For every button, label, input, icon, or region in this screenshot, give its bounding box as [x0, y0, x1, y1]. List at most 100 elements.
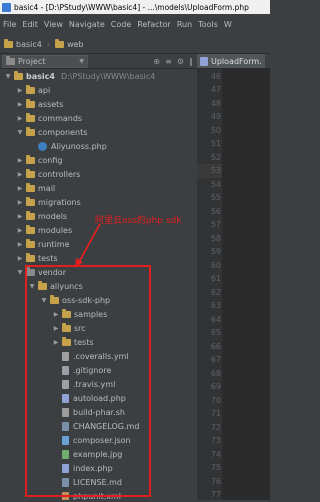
- collapse-all-icon[interactable]: ≡: [165, 57, 172, 66]
- folder-icon: [50, 294, 59, 304]
- folder-icon: [26, 84, 35, 94]
- code-area[interactable]: [222, 69, 270, 500]
- tree-item[interactable]: ▶ assets: [0, 97, 197, 111]
- tree-item-label: LICENSE.md: [73, 477, 122, 487]
- tree-item[interactable]: example.jpg: [0, 447, 197, 461]
- menu-file[interactable]: File: [0, 20, 19, 29]
- tree-item-label: migrations: [38, 197, 81, 207]
- breadcrumb-label: basic4: [16, 39, 42, 49]
- menu-run[interactable]: Run: [174, 20, 195, 29]
- breadcrumb-web[interactable]: web: [51, 38, 88, 49]
- markdown-file-icon: [62, 477, 69, 487]
- tree-item[interactable]: ▶ runtime: [0, 237, 197, 251]
- chevron-right-icon[interactable]: ▶: [16, 101, 24, 108]
- tree-item[interactable]: .coveralls.yml: [0, 349, 197, 363]
- tree-root[interactable]: ▼ basic4 D:\PStudy\WWW\basic4: [0, 69, 197, 83]
- menu-code[interactable]: Code: [108, 20, 134, 29]
- line-number-label: 61: [210, 274, 221, 283]
- menu-window[interactable]: W: [221, 20, 235, 29]
- tree-item[interactable]: ▶ api: [0, 83, 197, 97]
- menu-navigate[interactable]: Navigate: [66, 20, 108, 29]
- line-number-label: 71: [210, 409, 221, 418]
- tree-item[interactable]: ▼ aliyuncs: [0, 279, 197, 293]
- tree-item[interactable]: Aliyunoss.php: [0, 139, 197, 153]
- tree-item[interactable]: ▶ config: [0, 153, 197, 167]
- chevron-right-icon[interactable]: ▶: [16, 171, 24, 178]
- tree-item[interactable]: ▶ controllers: [0, 167, 197, 181]
- tree-item[interactable]: ▶ src: [0, 321, 197, 335]
- chevron-right-icon[interactable]: ▶: [16, 157, 24, 164]
- chevron-down-icon[interactable]: ▼: [16, 129, 24, 136]
- tree-item[interactable]: index.php: [0, 461, 197, 475]
- tree-item[interactable]: ▶ tests: [0, 251, 197, 265]
- tree-item[interactable]: .gitignore: [0, 363, 197, 377]
- line-number-label: 68: [210, 368, 221, 378]
- line-number-label: 75: [210, 463, 221, 472]
- folder-icon: [26, 224, 35, 234]
- line-number-label: 54: [210, 179, 221, 189]
- menu-bar: File Edit View Navigate Code Refactor Ru…: [0, 14, 270, 36]
- folder-icon: [62, 308, 71, 318]
- chevron-down-icon[interactable]: ▼: [40, 297, 48, 304]
- locate-icon[interactable]: ⊕: [153, 57, 160, 66]
- line-number-label: 46: [210, 71, 221, 81]
- tree-item[interactable]: CHANGELOG.md: [0, 419, 197, 433]
- tree-item[interactable]: ▶ commands: [0, 111, 197, 125]
- tree-item[interactable]: build-phar.sh: [0, 405, 197, 419]
- tree-item[interactable]: ▼ oss-sdk-php: [0, 293, 197, 307]
- tree-item[interactable]: composer.json: [0, 433, 197, 447]
- tree-item[interactable]: phpunit.xml: [0, 489, 197, 500]
- tree-item-label: assets: [38, 99, 64, 109]
- chevron-right-icon[interactable]: ▶: [52, 311, 60, 318]
- line-number-label: 53: [210, 166, 221, 175]
- menu-tools[interactable]: Tools: [195, 20, 221, 29]
- tree-item[interactable]: ▼ components: [0, 125, 197, 139]
- menu-view[interactable]: View: [41, 20, 66, 29]
- tree-item[interactable]: ▶ samples: [0, 307, 197, 321]
- chevron-right-icon[interactable]: ▶: [16, 199, 24, 206]
- chevron-right-icon[interactable]: ▶: [16, 227, 24, 234]
- tree-item[interactable]: ▶ migrations: [0, 195, 197, 209]
- chevron-down-icon[interactable]: ▼: [28, 283, 36, 290]
- project-view-selector[interactable]: Project ▼: [2, 54, 88, 68]
- chevron-right-icon[interactable]: ▶: [52, 325, 60, 332]
- chevron-right-icon[interactable]: ▶: [16, 255, 24, 262]
- folder-icon: [55, 38, 65, 48]
- hide-panel-icon[interactable]: ‖: [189, 57, 193, 66]
- tree-item[interactable]: autoload.php: [0, 391, 197, 405]
- chevron-right-icon[interactable]: ▶: [52, 339, 60, 346]
- tree-item[interactable]: LICENSE.md: [0, 475, 197, 489]
- tree-item-label: components: [38, 127, 88, 137]
- chevron-right-icon[interactable]: ▶: [16, 185, 24, 192]
- tree-item-label: Aliyunoss.php: [51, 141, 107, 151]
- chevron-right-icon[interactable]: ▶: [16, 115, 24, 122]
- menu-edit[interactable]: Edit: [19, 20, 41, 29]
- phpstorm-app-icon: [2, 2, 11, 12]
- tab-uploadform[interactable]: UploadForm.: [197, 54, 265, 68]
- tree-item[interactable]: ▶ mail: [0, 181, 197, 195]
- line-number-label: 55: [210, 193, 221, 202]
- markdown-file-icon: [62, 421, 69, 431]
- tree-item[interactable]: ▶ tests: [0, 335, 197, 349]
- chevron-right-icon[interactable]: ▶: [16, 213, 24, 220]
- tree-item-label: composer.json: [73, 435, 131, 445]
- menu-refactor[interactable]: Refactor: [134, 20, 174, 29]
- tree-item-label: src: [74, 323, 86, 333]
- window-title: basic4 - [D:\PStudy\WWW\basic4] - ...\mo…: [14, 2, 249, 12]
- tree-item-label: samples: [74, 309, 108, 319]
- chevron-right-icon[interactable]: ▶: [16, 241, 24, 248]
- breadcrumb-basic4[interactable]: basic4: [0, 38, 46, 49]
- line-number-label: 63: [210, 301, 221, 310]
- tree-item[interactable]: .travis.yml: [0, 377, 197, 391]
- tree-item-label: autoload.php: [73, 393, 126, 403]
- tree-item[interactable]: ▼ vendor: [0, 265, 197, 279]
- chevron-down-icon[interactable]: ▼: [16, 269, 24, 276]
- breadcrumb-separator: ›: [46, 39, 51, 49]
- line-number-label: 48: [210, 98, 221, 108]
- tree-item-label: aliyuncs: [50, 281, 83, 291]
- gear-icon[interactable]: ⚙: [177, 57, 184, 66]
- chevron-down-icon: ▼: [5, 72, 11, 80]
- chevron-right-icon[interactable]: ▶: [16, 87, 24, 94]
- tree-item-label: .gitignore: [73, 365, 112, 375]
- line-number-label: 72: [210, 422, 221, 432]
